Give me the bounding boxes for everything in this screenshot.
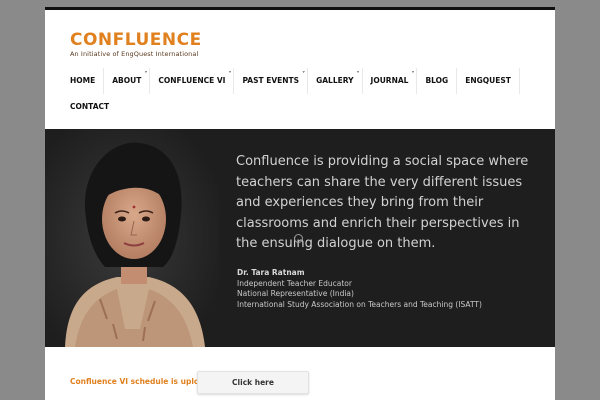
nav-item-blog[interactable]: BLOG (417, 68, 458, 94)
main-nav: HOME ABOUT ˅ CONFLUENCE VI ˅ PAST EVENTS… (62, 68, 552, 120)
logo-tagline: An Initiative of EngQuest International (70, 50, 199, 58)
author-organization: International Study Association on Teach… (237, 299, 482, 309)
logo-text: CONFLUENCE (70, 30, 202, 50)
author-position: National Representative (India) (237, 289, 354, 298)
submenu-caret-icon: ˅ (144, 71, 148, 78)
nav-item-label: GALLERY (316, 76, 354, 85)
logo-wordmark: CONFLUENCE (70, 31, 202, 49)
hero-quote: Confluence is providing a social space w… (236, 154, 529, 251)
nav-item-journal[interactable]: JOURNAL ˅ (363, 68, 418, 94)
nav-item-engquest[interactable]: ENGQUEST (457, 68, 520, 94)
page: CONFLUENCE An Initiative of EngQuest Int… (45, 7, 555, 400)
nav-row-2: CONTACT (62, 94, 552, 120)
slider-pager-icon[interactable] (294, 234, 303, 243)
author-name: Dr. Tara Ratnam (237, 268, 305, 277)
nav-row-1: HOME ABOUT ˅ CONFLUENCE VI ˅ PAST EVENTS… (62, 68, 552, 94)
top-bar (45, 7, 555, 10)
nav-item-label: ENGQUEST (465, 76, 511, 85)
submenu-caret-icon: ˅ (411, 71, 415, 78)
hero-slider: Confluence is providing a social space w… (45, 129, 555, 347)
nav-item-label: CONFLUENCE VI (158, 76, 226, 85)
nav-item-confluence-vi[interactable]: CONFLUENCE VI ˅ (150, 68, 235, 94)
nav-item-gallery[interactable]: GALLERY ˅ (308, 68, 363, 94)
submenu-caret-icon: ˅ (302, 71, 306, 78)
nav-item-label: PAST EVENTS (242, 76, 300, 85)
submenu-caret-icon: ˅ (228, 71, 232, 78)
portrait-image (45, 129, 220, 347)
nav-item-home[interactable]: HOME (62, 68, 105, 94)
quote-attribution: Dr. Tara Ratnam Independent Teacher Educ… (237, 268, 537, 310)
site-logo[interactable]: CONFLUENCE An Initiative of EngQuest Int… (70, 31, 202, 58)
submenu-caret-icon: ˅ (356, 71, 360, 78)
nav-item-label: ABOUT (112, 76, 142, 85)
click-here-button[interactable]: Click here (197, 371, 309, 394)
nav-item-label: JOURNAL (370, 76, 409, 85)
nav-item-label: BLOG (425, 76, 449, 85)
nav-item-label: CONTACT (70, 102, 110, 111)
author-role: Independent Teacher Educator (237, 278, 352, 288)
nav-item-label: HOME (70, 76, 96, 85)
nav-item-past-events[interactable]: PAST EVENTS ˅ (234, 68, 309, 94)
nav-item-about[interactable]: ABOUT ˅ (104, 68, 151, 94)
nav-item-contact[interactable]: CONTACT (62, 94, 117, 120)
